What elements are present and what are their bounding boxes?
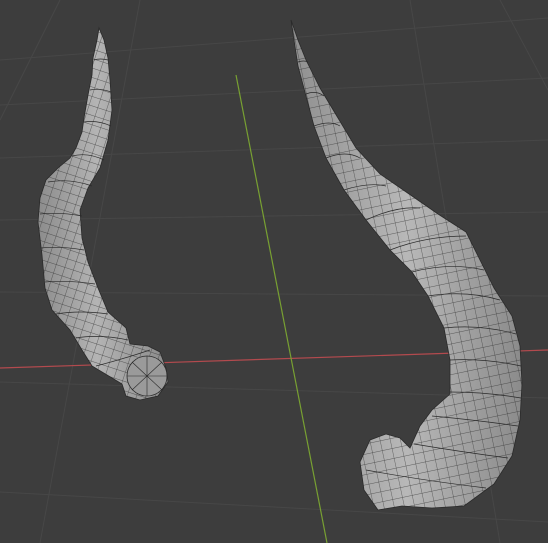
left-horn-wireframe (38, 28, 168, 400)
right-horn-mesh[interactable] (290, 19, 523, 511)
y-axis-line (235, 74, 328, 543)
3d-viewport[interactable] (0, 0, 548, 543)
right-horn-wireframe (291, 20, 522, 510)
left-horn-mesh[interactable] (37, 26, 169, 401)
